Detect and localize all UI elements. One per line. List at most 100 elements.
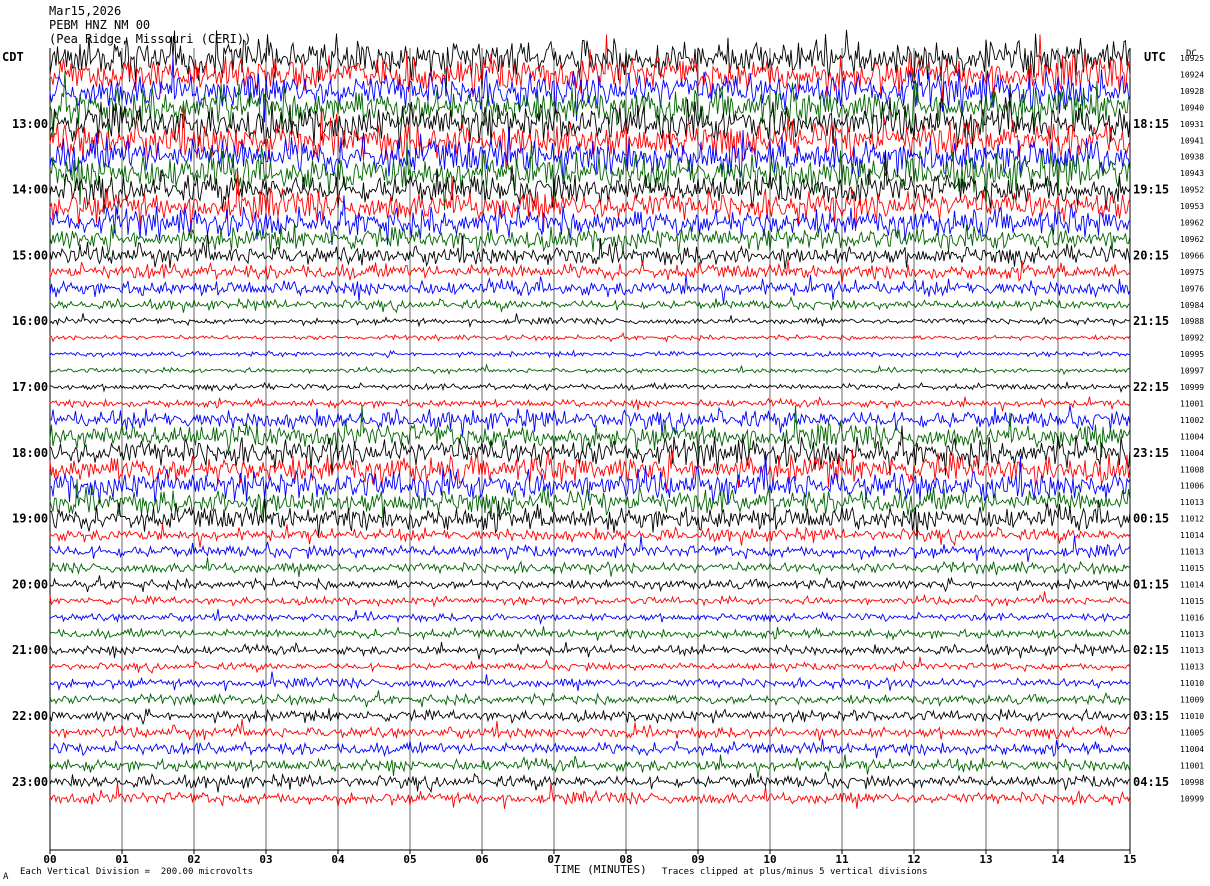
trace-line bbox=[49, 641, 1131, 660]
corner-mark: A bbox=[3, 872, 9, 882]
cdt-hour-label: 22:00 bbox=[12, 709, 48, 723]
x-tick-label: 05 bbox=[403, 853, 416, 866]
cdt-hour-label: 15:00 bbox=[12, 248, 48, 262]
dc-offset-label: 11014 bbox=[1180, 531, 1204, 540]
dc-offset-label: 11014 bbox=[1180, 580, 1204, 589]
utc-hour-label: 21:15 bbox=[1133, 314, 1169, 328]
clip-note: Traces clipped at plus/minus 5 vertical … bbox=[662, 867, 928, 877]
scale-note: Each Vertical Division = 200.00 microvol… bbox=[20, 867, 253, 877]
utc-hour-label: 03:15 bbox=[1133, 709, 1169, 723]
cdt-hour-label: 13:00 bbox=[12, 117, 48, 131]
trace-line bbox=[49, 331, 1131, 343]
trace-line bbox=[49, 626, 1131, 641]
dc-offset-label: 11001 bbox=[1180, 399, 1204, 408]
trace-line bbox=[49, 772, 1131, 794]
dc-offset-label: 11013 bbox=[1180, 498, 1204, 507]
trace-line bbox=[49, 524, 1131, 548]
dc-offset-label: 11002 bbox=[1180, 416, 1204, 425]
trace-line bbox=[49, 708, 1131, 726]
utc-hour-label: 23:15 bbox=[1133, 446, 1169, 460]
dc-offset-label: 10962 bbox=[1180, 219, 1204, 228]
dc-offset-label: 11004 bbox=[1180, 449, 1204, 458]
utc-hour-label: 01:15 bbox=[1133, 577, 1169, 591]
dc-offset-label: 10988 bbox=[1180, 317, 1204, 326]
utc-hour-label: 02:15 bbox=[1133, 643, 1169, 657]
trace-line bbox=[49, 363, 1131, 376]
x-tick-label: 15 bbox=[1123, 853, 1136, 866]
x-tick-label: 12 bbox=[907, 853, 920, 866]
dc-offset-label: 11004 bbox=[1180, 432, 1204, 441]
x-tick-label: 14 bbox=[1051, 853, 1065, 866]
dc-offset-label: 10943 bbox=[1180, 169, 1204, 178]
dc-offset-label: 10999 bbox=[1180, 383, 1204, 392]
dc-offset-label: 10924 bbox=[1180, 70, 1204, 79]
x-axis-label: TIME (MINUTES) bbox=[554, 863, 647, 876]
dc-offset-label: 11015 bbox=[1180, 564, 1204, 573]
dc-offset-label: 11013 bbox=[1180, 630, 1204, 639]
x-tick-label: 09 bbox=[691, 853, 704, 866]
x-tick-label: 04 bbox=[331, 853, 345, 866]
cdt-hour-label: 14:00 bbox=[12, 183, 48, 197]
utc-hour-label: 18:15 bbox=[1133, 117, 1169, 131]
dc-offset-label: 10984 bbox=[1180, 301, 1204, 310]
x-tick-label: 13 bbox=[979, 853, 992, 866]
x-tick-label: 00 bbox=[43, 853, 56, 866]
cdt-hour-label: 23:00 bbox=[12, 775, 48, 789]
trace-line bbox=[49, 557, 1130, 578]
dc-offset-label: 11005 bbox=[1180, 728, 1204, 737]
cdt-hour-label: 19:00 bbox=[12, 512, 48, 526]
dc-offset-label: 10962 bbox=[1180, 235, 1204, 244]
utc-hour-label: 04:15 bbox=[1133, 775, 1169, 789]
trace-line bbox=[49, 782, 1131, 809]
dc-offset-label: 10931 bbox=[1180, 120, 1204, 129]
dc-offset-label: 10992 bbox=[1180, 334, 1204, 343]
trace-line bbox=[49, 719, 1131, 741]
dc-offset-label: 11001 bbox=[1180, 761, 1204, 770]
trace-line bbox=[49, 405, 1131, 436]
dc-offset-label: 11009 bbox=[1180, 696, 1204, 705]
dc-offset-label: 10925 bbox=[1180, 54, 1204, 63]
dc-offset-label: 11013 bbox=[1180, 663, 1204, 672]
trace-line bbox=[49, 535, 1131, 563]
dc-offset-label: 11013 bbox=[1180, 646, 1204, 655]
dc-offset-label: 10938 bbox=[1180, 153, 1204, 162]
cdt-hour-label: 17:00 bbox=[12, 380, 48, 394]
trace-line bbox=[49, 656, 1131, 674]
trace-line bbox=[49, 396, 1131, 412]
trace-line bbox=[49, 349, 1131, 359]
trace-line bbox=[49, 313, 1131, 329]
trace-line bbox=[49, 29, 1131, 97]
utc-hour-label: 00:15 bbox=[1133, 512, 1169, 526]
cdt-hour-label: 16:00 bbox=[12, 314, 48, 328]
trace-line bbox=[49, 609, 1131, 625]
dc-offset-label: 11015 bbox=[1180, 597, 1204, 606]
cdt-hour-label: 21:00 bbox=[12, 643, 48, 657]
cdt-hour-label: 20:00 bbox=[12, 577, 48, 591]
utc-hour-label: 20:15 bbox=[1133, 248, 1169, 262]
dc-offset-label: 10966 bbox=[1180, 251, 1204, 260]
x-tick-label: 06 bbox=[475, 853, 489, 866]
trace-line bbox=[49, 671, 1131, 692]
dc-offset-label: 10953 bbox=[1180, 202, 1204, 211]
dc-offset-label: 10995 bbox=[1180, 350, 1204, 359]
trace-line bbox=[49, 738, 1131, 759]
dc-offset-label: 11008 bbox=[1180, 465, 1204, 474]
dc-offset-label: 11006 bbox=[1180, 482, 1204, 491]
trace-line bbox=[49, 591, 1131, 608]
cdt-hour-label: 18:00 bbox=[12, 446, 48, 460]
trace-line bbox=[49, 575, 1131, 593]
trace-line bbox=[49, 381, 1131, 394]
dc-offset-label: 10997 bbox=[1180, 367, 1204, 376]
trace-line bbox=[49, 451, 1131, 505]
seismogram-plot: 00 01 02 03 04 05 06 07 08 09 10 11 12 13 14 1510925109… bbox=[12, 29, 1204, 866]
x-tick-label: 03 bbox=[259, 853, 272, 866]
x-tick-label: 01 bbox=[115, 853, 129, 866]
dc-offset-label: 10940 bbox=[1180, 103, 1204, 112]
dc-offset-label: 10998 bbox=[1180, 778, 1204, 787]
dc-offset-label: 11012 bbox=[1180, 515, 1204, 524]
dc-offset-label: 11016 bbox=[1180, 613, 1204, 622]
trace-line bbox=[49, 274, 1131, 304]
dc-offset-label: 10941 bbox=[1180, 136, 1204, 145]
dc-offset-label: 10999 bbox=[1180, 794, 1204, 803]
dc-offset-label: 11010 bbox=[1180, 712, 1204, 721]
